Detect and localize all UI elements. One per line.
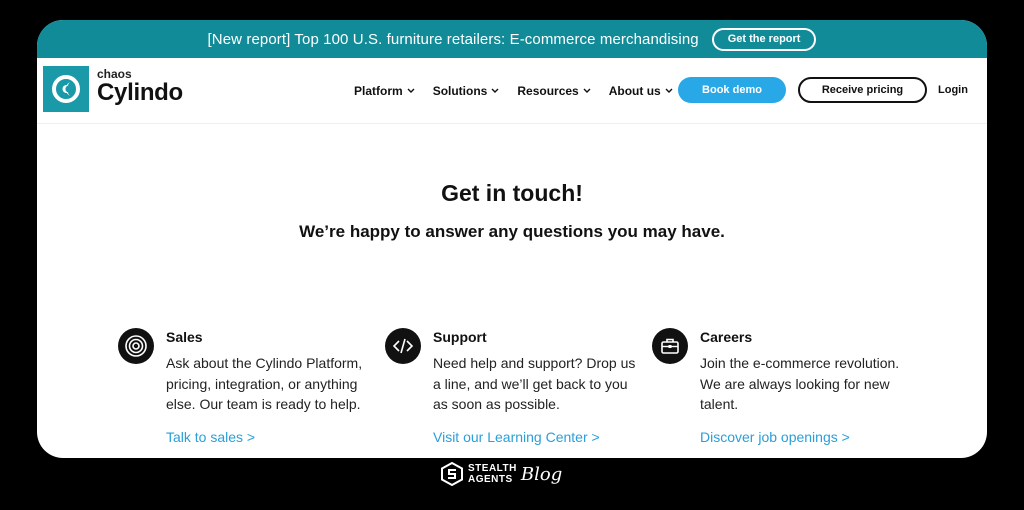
watermark-text: STEALTH AGENTS — [468, 463, 517, 485]
banner-text: [New report] Top 100 U.S. furniture reta… — [207, 30, 699, 48]
card-body: Careers Join the e-commerce revolution. … — [700, 328, 910, 445]
watermark-logo: STEALTH AGENTS Blog — [441, 462, 562, 486]
announcement-banner: [New report] Top 100 U.S. furniture reta… — [37, 20, 987, 58]
get-report-button[interactable]: Get the report — [711, 27, 817, 51]
page-title: Get in touch! — [441, 180, 583, 206]
receive-pricing-button[interactable]: Receive pricing — [798, 77, 927, 103]
briefcase-icon — [652, 328, 688, 364]
chevron-down-icon — [407, 88, 415, 93]
nav-item-label: Solutions — [432, 84, 488, 98]
watermark-line2: AGENTS — [468, 474, 513, 485]
card-description: Join the e-commerce revolution. We are a… — [700, 355, 900, 412]
watermark-line1: STEALTH — [468, 463, 517, 474]
nav-item-label: Platform — [354, 84, 403, 98]
card-description: Need help and support? Drop us a line, a… — [433, 355, 636, 412]
target-icon — [118, 328, 154, 364]
page-subtitle: We’re happy to answer any questions you … — [299, 222, 725, 241]
job-openings-link[interactable]: Discover job openings > — [700, 429, 910, 445]
logo-wordmark[interactable]: chaos Cylindo — [97, 68, 183, 105]
nav-item-label: Resources — [517, 84, 579, 98]
learning-center-link[interactable]: Visit our Learning Center > — [433, 429, 643, 445]
card-description: Ask about the Cylindo Platform, pricing,… — [166, 355, 363, 412]
chevron-down-icon — [583, 88, 591, 93]
chevron-down-icon — [665, 88, 673, 93]
logo-big-text: Cylindo — [97, 79, 183, 106]
nav-item-platform[interactable]: Platform — [354, 84, 415, 98]
nav-menu: Platform Solutions Resources About us — [354, 58, 691, 124]
browser-page: [New report] Top 100 U.S. furniture reta… — [37, 20, 987, 458]
cylindo-logo-icon — [52, 75, 80, 103]
nav-item-resources[interactable]: Resources — [517, 84, 591, 98]
card-title: Careers — [700, 329, 753, 345]
book-demo-button[interactable]: Book demo — [678, 77, 786, 103]
card-title: Sales — [166, 329, 203, 345]
nav-item-about-us[interactable]: About us — [609, 84, 673, 98]
watermark-script: Blog — [520, 463, 563, 485]
nav-item-solutions[interactable]: Solutions — [433, 84, 500, 98]
card-title: Support — [433, 329, 487, 345]
navbar: chaos Cylindo Platform Solutions Resourc… — [37, 58, 987, 124]
hexagon-logo-icon — [441, 462, 463, 486]
chevron-down-icon — [491, 88, 499, 93]
login-link[interactable]: Login — [938, 84, 968, 96]
code-icon — [385, 328, 421, 364]
card-body: Sales Ask about the Cylindo Platform, pr… — [166, 328, 376, 445]
talk-to-sales-link[interactable]: Talk to sales > — [166, 429, 376, 445]
logo-mark[interactable] — [43, 66, 89, 112]
nav-item-label: About us — [608, 84, 661, 98]
card-body: Support Need help and support? Drop us a… — [433, 328, 643, 445]
